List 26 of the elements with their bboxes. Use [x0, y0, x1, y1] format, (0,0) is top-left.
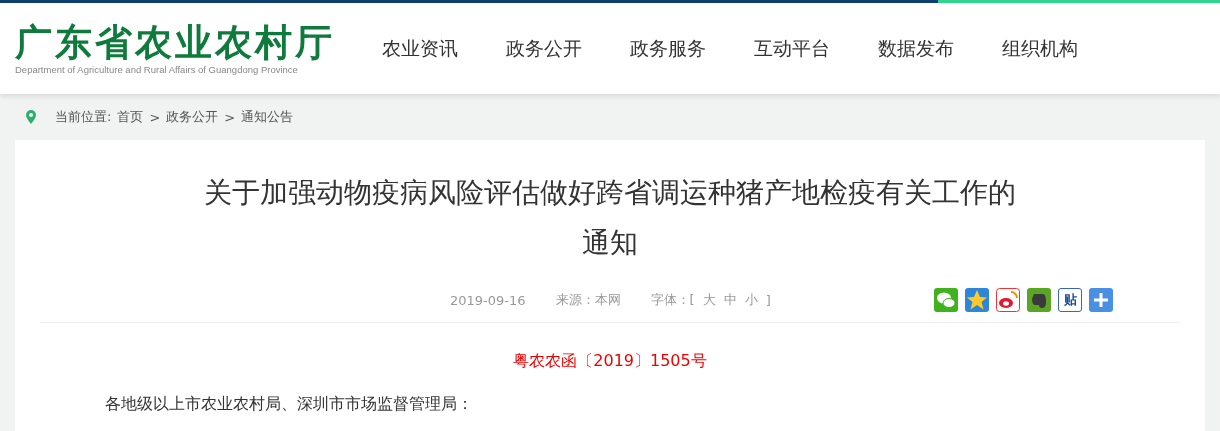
- breadcrumb-link[interactable]: 政务公开: [166, 108, 219, 126]
- bracket-text: ]: [765, 292, 771, 308]
- site-logo-subtitle: Department of Agriculture and Rural Affairs of Guangdong Province: [15, 64, 299, 75]
- breadcrumb-separator: >: [149, 109, 161, 125]
- nav-link[interactable]: 政务公开: [506, 35, 582, 62]
- nav-link[interactable]: 数据发布: [878, 35, 954, 62]
- location-pin-icon: [25, 110, 37, 124]
- publish-date: 2019-09-16: [450, 292, 526, 308]
- nav-link[interactable]: 政务服务: [630, 35, 706, 62]
- tieba-button[interactable]: 贴: [1058, 288, 1082, 312]
- source-text: 来源：本网: [555, 291, 621, 309]
- breadcrumb-label: 当前位置:: [55, 108, 112, 126]
- chat-bubbles-icon[interactable]: [934, 288, 958, 312]
- breadcrumb-link[interactable]: 通知公告: [241, 108, 294, 126]
- nav-link[interactable]: 互动平台: [754, 35, 830, 62]
- article-title: 关于加强动物疫病风险评估做好跨省调运种猪产地检疫有关工作的通知: [203, 175, 1017, 261]
- plus-icon[interactable]: [1089, 288, 1113, 312]
- star-icon[interactable]: [965, 288, 989, 312]
- document-number: 粤农农函〔2019〕1505号: [513, 351, 707, 372]
- salutation-text: 各地级以上市农业农村局、深圳市市场监督管理局：: [105, 394, 473, 415]
- nav-link[interactable]: 农业资讯: [382, 35, 458, 62]
- font-size-label: 字体：[: [650, 291, 695, 309]
- nav-link[interactable]: 组织机构: [1002, 35, 1078, 62]
- site-logo-title[interactable]: 广东省农业农村厅: [15, 22, 360, 64]
- breadcrumb-separator: >: [224, 109, 236, 125]
- breadcrumb-link[interactable]: 首页: [117, 108, 144, 126]
